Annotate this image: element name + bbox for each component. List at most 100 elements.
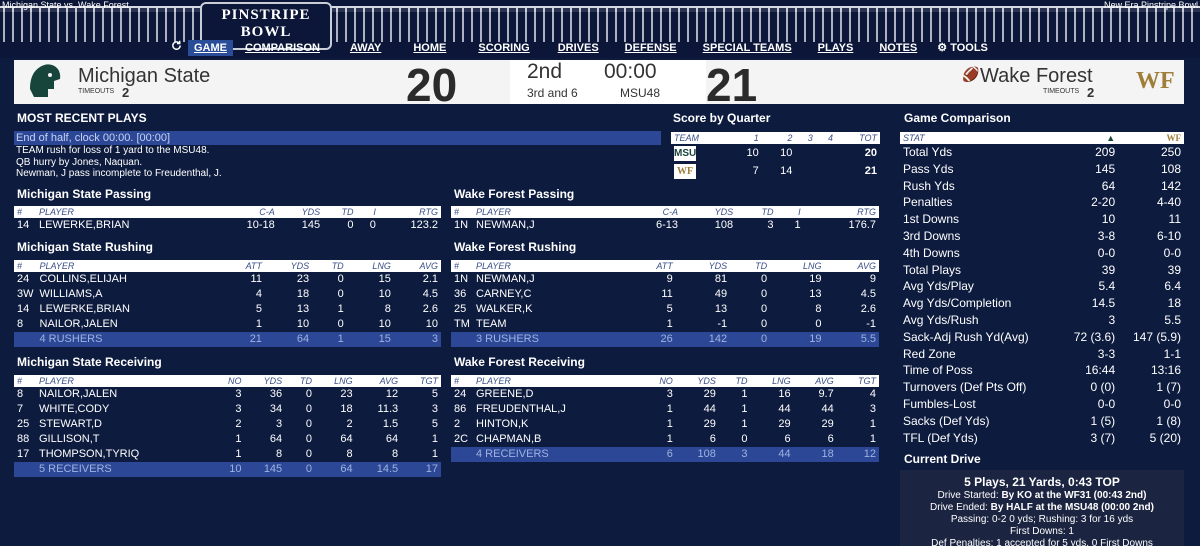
column-header: # [451, 260, 473, 272]
cell: 3 [767, 219, 774, 231]
nav-home[interactable]: HOME [407, 40, 452, 56]
msu-value: 3-3 [1097, 346, 1116, 361]
nav-scoring[interactable]: SCORING [472, 40, 535, 56]
comparison-row: Penalties 2-20 4-40 [900, 194, 1184, 211]
comparison-row: Total Yds 209 250 [900, 144, 1184, 161]
cell: 8 [384, 303, 391, 315]
wf-rushing-title: Wake Forest Rushing [454, 240, 577, 254]
cell: 13 [809, 288, 822, 300]
wf-value: 6-10 [1156, 228, 1181, 243]
col-q3: 3 [795, 132, 816, 144]
cell: 2 [346, 418, 353, 430]
comparison-row: TFL (Def Yds) 3 (7) 5 (20) [900, 430, 1184, 447]
cell: 86 [454, 403, 467, 415]
home-team-name: Wake Forest [980, 65, 1093, 87]
player-link[interactable]: WALKER,K [473, 302, 626, 317]
wf-value: 4-40 [1156, 195, 1181, 210]
player-link[interactable]: NAILOR,JALEN [37, 317, 222, 332]
cell: 16 [778, 388, 791, 400]
cell: 0 [337, 318, 344, 330]
player-link[interactable]: CARNEY,C [473, 287, 626, 302]
column-header: ATT [221, 260, 265, 272]
nav-special-teams[interactable]: SPECIAL TEAMS [697, 40, 798, 56]
q2-score: 10 [780, 146, 793, 159]
total-cell: 5.5 [824, 332, 879, 347]
wf-value: 1 (8) [1156, 413, 1181, 428]
nav-game[interactable]: GAME [188, 40, 233, 56]
player-link[interactable]: GILLISON,T [36, 432, 212, 447]
cell: 1 [741, 418, 748, 430]
drive-started: Drive Started: By KO at the WF31 (00:43 … [900, 490, 1184, 502]
player-link[interactable]: WHITE,CODY [36, 402, 212, 417]
player-link[interactable]: LEWERKE,BRIAN [36, 218, 215, 233]
col-q2: 2 [761, 132, 796, 144]
cell: 64 [340, 433, 353, 445]
column-header: LNG [346, 260, 394, 272]
msu-value: 1 (5) [1090, 413, 1116, 428]
spartan-helmet-icon [30, 64, 61, 97]
col-ca: C-A [214, 206, 278, 218]
total-cell: 5 RECEIVERS [36, 462, 213, 477]
nav-drives[interactable]: DRIVES [552, 40, 605, 56]
wf-value: 5 (20) [1149, 430, 1181, 445]
cell: 8 [346, 448, 353, 460]
player-link[interactable]: COLLINS,ELIJAH [37, 272, 222, 287]
stat-label: 4th Downs [903, 245, 960, 260]
comparison-row: Sacks (Def Yds) 1 (5) 1 (8) [900, 413, 1184, 430]
col-rtg: RTG [803, 206, 879, 218]
nav-away[interactable]: AWAY [344, 40, 387, 56]
cell: 3 [235, 388, 242, 400]
play-item: TEAM rush for loss of 1 yard to the MSU4… [16, 145, 210, 156]
table-row: 17 THOMPSON,TYRIQ 1 8 0 8 8 1 [14, 447, 441, 462]
player-link[interactable]: WILLIAMS,A [37, 287, 222, 302]
cell: 0 [760, 303, 768, 315]
player-link[interactable]: CHAPMAN,B [473, 432, 642, 447]
cell: 14 [17, 219, 30, 231]
drive-started-value: By KO at the WF31 (00:43 2nd) [1001, 490, 1147, 501]
col-q1: 1 [728, 132, 762, 144]
cell: 11 [661, 288, 673, 300]
table-row: 7 WHITE,CODY 3 34 0 18 11.3 3 [14, 402, 441, 417]
player-link[interactable]: FREUDENTHAL,J [473, 402, 642, 417]
cell: 6-13 [656, 219, 679, 231]
cell: 0 [305, 418, 313, 430]
recent-plays-title: MOST RECENT PLAYS [17, 111, 147, 125]
column-header: TD [718, 375, 751, 387]
column-header: PLAYER [36, 260, 222, 272]
gear-icon: ⚙ [937, 42, 948, 54]
wf-value: 147 (5.9) [1132, 329, 1181, 344]
player-link[interactable]: TEAM [473, 317, 626, 332]
player-link[interactable]: GREENE,D [473, 387, 642, 402]
cell: 1 [741, 403, 748, 415]
cell: 88 [17, 433, 30, 445]
total-cell: 0 [730, 332, 771, 347]
refresh-icon[interactable] [165, 40, 188, 56]
player-link[interactable]: NAILOR,JALEN [36, 387, 212, 402]
player-link[interactable]: THOMPSON,TYRIQ [36, 447, 212, 462]
drive-started-label: Drive Started: [937, 490, 999, 501]
player-link[interactable]: LEWERKE,BRIAN [37, 302, 222, 317]
nav-defense[interactable]: DEFENSE [619, 40, 683, 56]
cell: 1N [454, 273, 469, 285]
player-link[interactable]: NEWMAN,J [473, 272, 626, 287]
comparison-row: Fumbles-Lost 0-0 0-0 [900, 396, 1184, 413]
player-link[interactable]: HINTON,K [473, 417, 642, 432]
play-item: End of half, clock 00:00. [00:00] [14, 131, 661, 145]
table-row: 14 LEWERKE,BRIAN 5 13 1 8 2.6 [14, 302, 441, 317]
cell: 64 [269, 433, 283, 445]
cell: 3W [17, 288, 34, 300]
player-link[interactable]: NEWMAN,J [473, 218, 618, 233]
column-header: # [14, 260, 37, 272]
cell: 3 [666, 388, 673, 400]
column-header: LNG [750, 375, 794, 387]
comparison-row: Pass Yds 145 108 [900, 161, 1184, 178]
player-link[interactable]: STEWART,D [36, 417, 212, 432]
msu-value: 64 [1101, 178, 1116, 193]
nav-comparison[interactable]: COMPARISON [239, 40, 326, 56]
cell: 1 [741, 388, 748, 400]
table-row: 3W WILLIAMS,A 4 18 0 10 4.5 [14, 287, 441, 302]
total-cell: 21 [221, 332, 265, 347]
nav-plays[interactable]: PLAYS [812, 40, 860, 56]
nav-notes[interactable]: NOTES [873, 40, 923, 56]
tools-menu[interactable]: ⚙ TOOLS [931, 40, 994, 56]
